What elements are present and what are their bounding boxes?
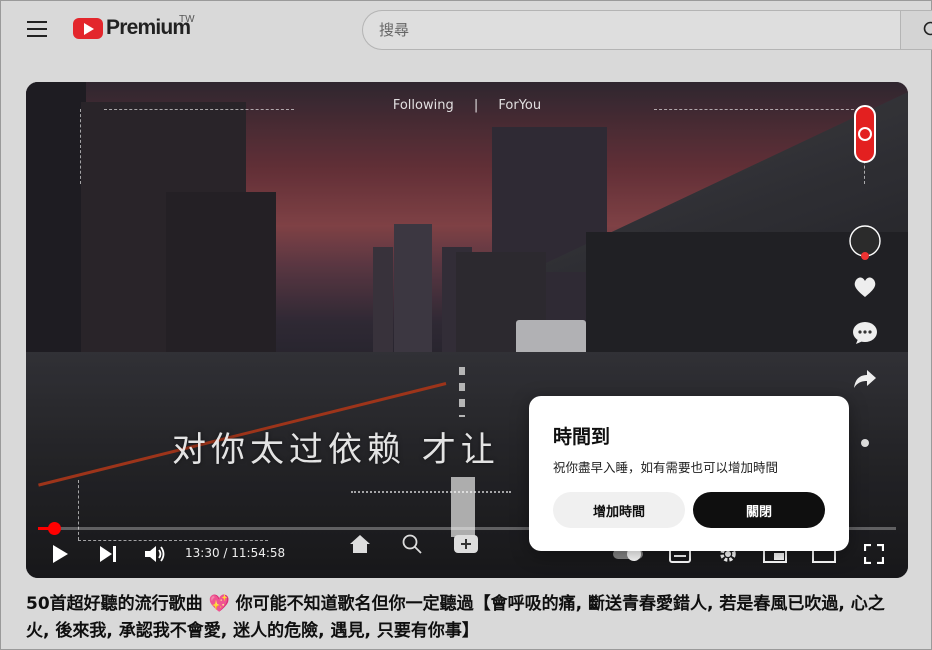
fullscreen-icon	[864, 544, 884, 564]
dialog-message: 祝你盡早入睡，如有需要也可以增加時間	[553, 460, 779, 475]
dialog-title: 時間到	[553, 426, 611, 448]
avatar-icon[interactable]	[847, 224, 883, 260]
search-input[interactable]	[363, 11, 902, 49]
tab-foryou[interactable]: ForYou	[498, 98, 541, 113]
close-button[interactable]: 關閉	[693, 492, 825, 528]
search-button[interactable]	[900, 10, 932, 50]
sleep-timer-dialog: 時間到 祝你盡早入睡，如有需要也可以增加時間 增加時間 關閉	[529, 396, 849, 551]
feed-tabs: Following | ForYou	[26, 98, 908, 113]
next-button[interactable]	[94, 540, 122, 568]
tab-separator: |	[473, 98, 479, 113]
youtube-premium-logo[interactable]: Premium	[73, 16, 191, 40]
tab-following[interactable]: Following	[393, 98, 454, 113]
menu-icon[interactable]	[27, 21, 47, 37]
play-button[interactable]	[46, 540, 74, 568]
share-icon[interactable]	[847, 364, 883, 394]
time-display: 13:30 / 11:54:58	[185, 546, 286, 560]
volume-icon	[145, 546, 165, 562]
search-box	[362, 10, 902, 50]
add-time-button[interactable]: 增加時間	[553, 492, 685, 528]
play-icon	[53, 545, 68, 563]
comment-icon[interactable]	[847, 318, 883, 348]
discover-search-icon	[398, 530, 426, 558]
volume-button[interactable]	[140, 540, 170, 568]
lyric-caption: 对你太过依赖 才让	[172, 430, 500, 470]
region-code: TW	[179, 14, 195, 25]
brand-badge-icon	[847, 104, 883, 164]
heart-icon[interactable]	[847, 272, 883, 302]
search-icon	[923, 21, 932, 36]
logo-text: Premium	[106, 16, 191, 39]
fullscreen-button[interactable]	[860, 540, 888, 568]
video-title: 50首超好聽的流行歌曲 💖 你可能不知道歌名但你一定聽過【會呼吸的痛, 斷送青春…	[26, 594, 885, 641]
youtube-logo-icon	[73, 17, 103, 39]
next-icon	[100, 546, 116, 562]
home-icon	[346, 530, 374, 558]
dot-indicator-icon	[847, 428, 883, 458]
masthead: Premium TW	[1, 1, 932, 61]
create-plus-icon	[451, 530, 481, 558]
